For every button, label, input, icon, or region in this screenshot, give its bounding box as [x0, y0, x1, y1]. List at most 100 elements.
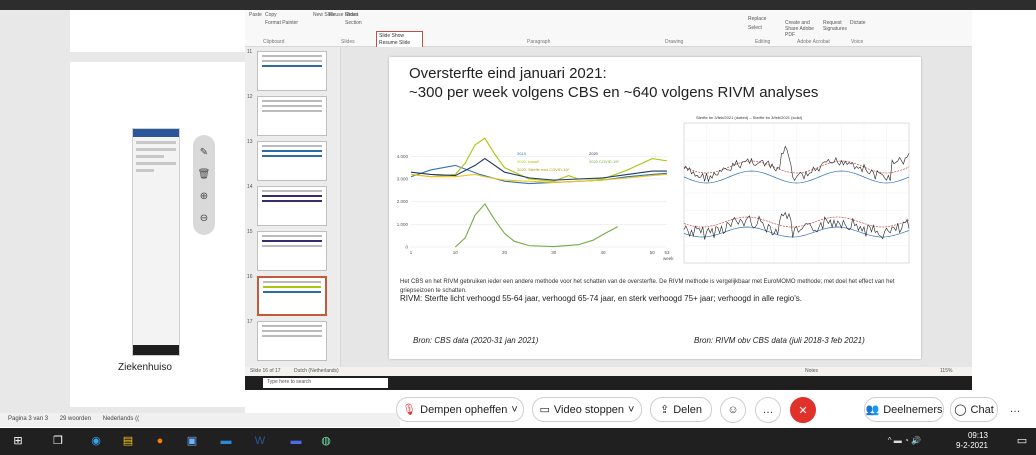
explorer-icon[interactable]: ▬	[218, 434, 234, 449]
replace-button[interactable]: Replace	[748, 16, 766, 22]
clock[interactable]: 09:13 9-2-2021	[956, 431, 988, 451]
remote-taskbar: Type here to search	[245, 376, 972, 390]
task-view-icon[interactable]: ❐	[50, 434, 66, 449]
paste-button[interactable]: Paste	[249, 12, 262, 18]
trash-icon[interactable]: 🗑	[198, 169, 211, 180]
file-explorer-icon[interactable]: ▤	[120, 434, 136, 449]
format-painter-button[interactable]: Format Painter	[265, 20, 298, 26]
leave-meeting-icon[interactable]: ✕	[790, 397, 816, 423]
slide-thumbnails[interactable]: 11 12 13 14 15 16 17	[245, 47, 341, 367]
adobe-group-label: Adobe Acrobat	[797, 39, 830, 45]
paragraph-group-label: Paragraph	[527, 39, 551, 45]
desktop: Ziekenhuiso ✎ 🗑 ⊕ ⊖ Paste Copy Format Pa…	[0, 0, 1036, 455]
slides-group-label: Slides	[341, 39, 355, 45]
voice-group-label: Voice	[851, 39, 864, 45]
video-camera-icon: ▭	[539, 404, 550, 416]
microphone-muted-icon: 🎙	[402, 404, 417, 416]
share-label: Delen	[673, 403, 702, 416]
firefox-icon[interactable]: ●	[152, 434, 168, 449]
more-icon[interactable]: …	[1003, 397, 1027, 421]
slide-thumbnail[interactable]	[257, 96, 327, 136]
thumbnail-number: 17	[247, 319, 253, 325]
meeting-controls: 🎙 Dempen opheffen ˅ ▭ Video stoppen ˅ ⇪ …	[390, 394, 1036, 428]
edge-icon[interactable]: ◉	[88, 434, 104, 449]
slide-thumbnail[interactable]	[257, 231, 327, 271]
zoom-level[interactable]: 115%	[940, 368, 952, 374]
participants-button[interactable]: 👥 Deelnemers	[864, 397, 944, 422]
slide-counter: Slide 16 of 17	[250, 368, 281, 374]
word-count[interactable]: 29 woorden	[60, 416, 91, 422]
clipboard-group-label: Clipboard	[263, 39, 285, 45]
more-options-icon[interactable]: …	[755, 397, 781, 423]
participants-icon: 👥	[865, 404, 880, 416]
request-signatures-button[interactable]: Request Signatures	[823, 20, 851, 32]
word-caption: Ziekenhuiso	[118, 362, 172, 373]
stop-video-label: Video stoppen	[553, 403, 625, 416]
page-count[interactable]: Pagina 3 van 3	[8, 416, 48, 422]
notifications-icon[interactable]: ▭	[1014, 434, 1030, 449]
language-indicator[interactable]: Dutch (Netherlands)	[294, 368, 339, 374]
slide-thumbnail[interactable]	[257, 141, 327, 181]
dictate-button[interactable]: Dictate	[850, 20, 866, 26]
pen-icon[interactable]: ✎	[200, 147, 208, 158]
powerpoint-window: Paste Copy Format Painter New Slide Reus…	[245, 10, 972, 390]
select-button[interactable]: Select	[748, 25, 762, 31]
section-button[interactable]: Section	[345, 20, 362, 26]
share-icon: ⇪	[660, 404, 670, 416]
chat-label: Chat	[970, 403, 994, 416]
ribbon: Paste Copy Format Painter New Slide Reus…	[245, 10, 972, 53]
reactions-icon[interactable]: ☺	[720, 397, 746, 423]
slide-thumbnail[interactable]	[257, 186, 327, 226]
chevron-down-icon[interactable]: ˅	[511, 404, 517, 416]
editing-group-label: Editing	[755, 39, 771, 45]
stop-video-button[interactable]: ▭ Video stoppen ˅	[532, 397, 642, 422]
create-share-pdf-button[interactable]: Create and Share Adobe PDF	[785, 20, 821, 38]
clock-date: 9-2-2021	[955, 441, 988, 450]
unmute-button[interactable]: 🎙 Dempen opheffen ˅	[396, 397, 524, 422]
zoom-in-icon[interactable]: ⊕	[200, 191, 208, 202]
slide-thumbnail[interactable]	[257, 51, 327, 91]
drawing-group-label: Drawing	[665, 39, 684, 45]
system-tray[interactable]: ^ ▬ ◔ 🔊	[888, 436, 921, 445]
remote-search-box[interactable]: Type here to search	[263, 378, 388, 388]
thumbnail-number: 15	[247, 229, 253, 235]
clock-time: 09:13	[967, 431, 988, 440]
word-status-bar: Pagina 3 van 3 29 woorden Nederlands ((	[0, 413, 400, 427]
windows-taskbar: ⊞ ❐ ◉ ▤ ● ▣ ▬ W ▬ ◍ ^ ▬ ◔ 🔊 09:13 9-2-20…	[0, 428, 1036, 455]
participants-label: Deelnemers	[883, 403, 943, 416]
slide: Oversterfte eind januari 2021: ~300 per …	[389, 57, 921, 359]
slide-editing-area: Oversterfte eind januari 2021: ~300 per …	[341, 47, 972, 367]
window-top-bar	[0, 0, 1036, 10]
embedded-screenshot	[132, 128, 180, 356]
network-app-icon[interactable]: ▣	[184, 434, 200, 449]
chat-button[interactable]: ◯ Chat	[950, 397, 998, 422]
source-cbs: Bron: CBS data (2020-31 jan 2021)	[413, 336, 539, 345]
zoom-out-icon[interactable]: ⊖	[200, 213, 208, 224]
thumbnail-number: 11	[247, 49, 253, 55]
teams-icon[interactable]: ▬	[288, 434, 304, 449]
slide-thumbnail[interactable]	[257, 321, 327, 361]
ppt-status-bar: Slide 16 of 17 Dutch (Netherlands) Notes…	[245, 367, 972, 376]
share-button[interactable]: ⇪ Delen	[650, 397, 712, 422]
reset-button[interactable]: Reset	[345, 12, 358, 18]
chrome-icon[interactable]: ◍	[318, 434, 334, 449]
rivm-summary: RIVM: Sterfte licht verhoogd 55-64 jaar,…	[400, 294, 802, 303]
unmute-label: Dempen opheffen	[420, 403, 508, 416]
rivm-mortality-chart	[683, 122, 910, 264]
thumbnail-number: 14	[247, 184, 253, 190]
thumbnail-number: 12	[247, 94, 253, 100]
slide-thumbnail-active[interactable]	[257, 276, 327, 316]
start-icon[interactable]: ⊞	[10, 434, 26, 449]
annotation-toolbar[interactable]: ✎ 🗑 ⊕ ⊖	[193, 135, 215, 235]
word-page	[70, 10, 245, 52]
notes-button[interactable]: Notes	[805, 368, 818, 374]
word-icon[interactable]: W	[252, 434, 268, 449]
copy-button[interactable]: Copy	[265, 12, 277, 18]
thumbnail-number: 13	[247, 139, 253, 145]
chevron-down-icon[interactable]: ˅	[628, 404, 634, 416]
source-rivm: Bron: RIVM obv CBS data (juli 2018-3 feb…	[694, 336, 865, 345]
tooltip-line: Slide Show	[379, 33, 405, 39]
language-indicator[interactable]: Nederlands ((	[103, 416, 139, 422]
chat-icon: ◯	[954, 404, 967, 416]
thumbnail-number: 16	[247, 274, 253, 280]
